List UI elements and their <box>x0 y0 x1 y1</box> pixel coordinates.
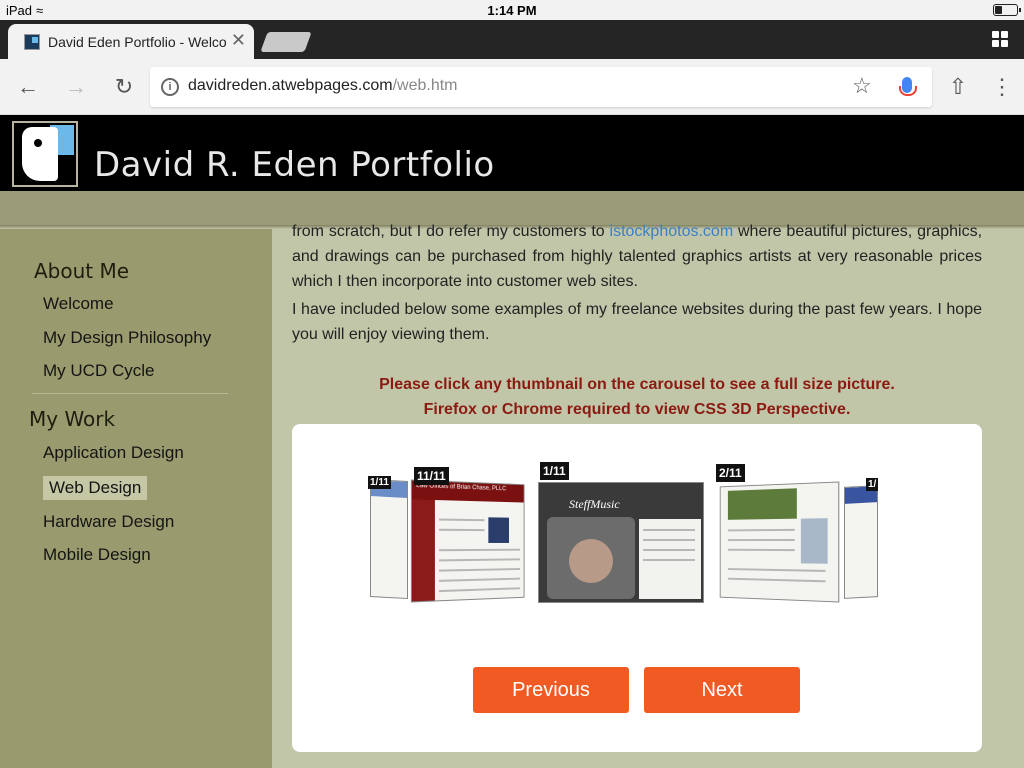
favicon-icon <box>24 34 40 50</box>
carousel-instructions: Please click any thumbnail on the carous… <box>379 376 895 393</box>
next-button[interactable]: Next <box>644 667 800 713</box>
sidebar-item-web-design[interactable]: Web Design <box>43 476 148 500</box>
info-icon[interactable]: i <box>161 78 179 96</box>
carousel-slide[interactable] <box>370 479 408 599</box>
sidebar-item-mobile-design[interactable]: Mobile Design <box>43 545 151 565</box>
sidebar-heading-work: My Work <box>29 407 116 431</box>
carousel-slide-law-office[interactable]: Law Offices of Brian Chase, PLLC <box>410 479 525 603</box>
site-banner: David R. Eden Portfolio <box>0 115 1024 191</box>
intro-paragraph: from scratch, but I do refer my customer… <box>292 219 982 294</box>
carousel-slide[interactable] <box>844 485 878 599</box>
image-carousel: 1/11 Law Offices of Brian Chase, PLLC 11… <box>292 424 982 752</box>
browser-toolbar: ← → ↻ i davidreden.atwebpages.com/web.ht… <box>0 59 1024 115</box>
slide-badge-11-11: 11/11 <box>414 467 449 485</box>
clock: 1:14 PM <box>487 3 537 18</box>
url-host: davidreden.atwebpages.com <box>188 77 393 94</box>
sidebar: About Me Welcome My Design Philosophy My… <box>0 229 272 768</box>
url-path: /web.htm <box>392 77 458 94</box>
slide-badge-2-11: 2/11 <box>716 464 745 482</box>
sidebar-divider <box>32 393 228 394</box>
sidebar-item-design-philosophy[interactable]: My Design Philosophy <box>43 328 211 348</box>
istockphotos-link[interactable]: istockphotos.com <box>610 223 734 240</box>
browser-requirement-note: Firefox or Chrome required to view CSS 3… <box>423 401 851 418</box>
sidebar-item-ucd-cycle[interactable]: My UCD Cycle <box>43 361 154 381</box>
status-bar: iPad ≈ 1:14 PM <box>0 0 1024 20</box>
site-title: David R. Eden Portfolio <box>94 145 495 185</box>
tab-strip: David Eden Portfolio - Welco ✕ <box>0 20 1024 59</box>
sidebar-item-hardware-design[interactable]: Hardware Design <box>43 512 174 532</box>
reload-icon[interactable]: ↻ <box>110 73 138 101</box>
close-tab-icon[interactable]: ✕ <box>231 30 246 51</box>
sidebar-heading-about: About Me <box>34 259 130 283</box>
slide-badge: 1/11 <box>368 476 391 489</box>
menu-icon[interactable]: ⋮ <box>988 73 1016 101</box>
forward-icon[interactable]: → <box>62 73 90 101</box>
sidebar-item-application-design[interactable]: Application Design <box>43 443 184 463</box>
microphone-icon[interactable] <box>899 77 917 96</box>
address-bar[interactable]: i davidreden.atwebpages.com/web.htm ☆ <box>150 67 932 107</box>
site-logo <box>12 121 78 187</box>
url-text: davidreden.atwebpages.com/web.htm <box>188 77 458 95</box>
slide-badge: 1/ <box>866 478 879 491</box>
battery-icon <box>993 4 1021 16</box>
tab-switcher-icon[interactable] <box>992 31 1008 47</box>
back-icon[interactable]: ← <box>14 73 42 101</box>
carousel-slide-2[interactable] <box>719 481 840 603</box>
previous-button[interactable]: Previous <box>473 667 629 713</box>
bookmark-star-icon[interactable]: ☆ <box>852 73 872 99</box>
sidebar-item-welcome[interactable]: Welcome <box>43 294 114 314</box>
new-tab-button[interactable] <box>260 32 312 52</box>
carousel-slide-steffmusic[interactable]: SteffMusic <box>538 482 704 603</box>
tab-title: David Eden Portfolio - Welco <box>48 34 227 50</box>
share-icon[interactable]: ⇧ <box>944 73 972 101</box>
slide-badge-1-11: 1/11 <box>540 462 569 480</box>
intro-lead: from scratch, but I do refer my customer… <box>292 223 605 240</box>
main-content: from scratch, but I do refer my customer… <box>272 223 1024 768</box>
examples-paragraph: I have included below some examples of m… <box>292 301 982 343</box>
slide-header-text: SteffMusic <box>569 497 620 511</box>
web-page: David R. Eden Portfolio About Me Welcome… <box>0 115 1024 768</box>
browser-tab[interactable]: David Eden Portfolio - Welco ✕ <box>8 24 254 59</box>
